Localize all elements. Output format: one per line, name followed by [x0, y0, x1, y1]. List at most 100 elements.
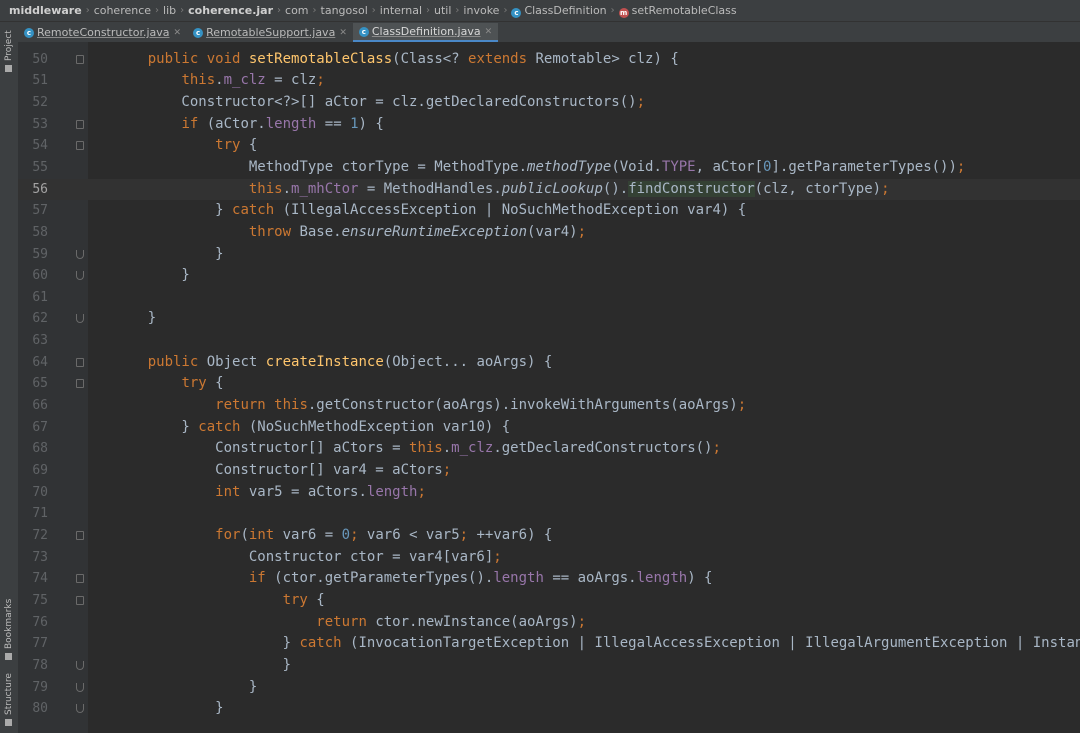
- code-line[interactable]: 58 throw Base.ensureRuntimeException(var…: [18, 222, 1080, 243]
- line-number: 56: [32, 181, 48, 197]
- code-line[interactable]: 61: [18, 287, 1080, 308]
- code-token: }: [114, 635, 300, 652]
- breadcrumb-item[interactable]: invoke: [460, 4, 502, 17]
- code-line[interactable]: 77 } catch (InvocationTargetException | …: [18, 633, 1080, 654]
- fold-start-icon[interactable]: [76, 141, 84, 151]
- breadcrumb-item[interactable]: tangosol: [318, 4, 371, 17]
- code-token: public: [147, 353, 207, 370]
- tab-classdefinition-java[interactable]: c ClassDefinition.java ✕: [352, 23, 499, 42]
- close-icon[interactable]: ✕: [339, 28, 347, 38]
- code-line[interactable]: 72 for(int var6 = 0; var6 < var5; ++var6…: [18, 525, 1080, 546]
- breadcrumb-item[interactable]: coherence: [91, 4, 154, 17]
- close-icon[interactable]: ✕: [485, 27, 493, 37]
- code-line[interactable]: 57 } catch (IllegalAccessException | NoS…: [18, 200, 1080, 221]
- code-token: length: [265, 115, 325, 132]
- code-line[interactable]: 67 } catch (NoSuchMethodException var10)…: [18, 417, 1080, 438]
- code-line[interactable]: 71: [18, 503, 1080, 524]
- breadcrumb-item[interactable]: m setRemotableClass: [616, 4, 740, 18]
- code-token: (Void.: [611, 158, 662, 175]
- code-token: var6 < var5: [366, 526, 460, 543]
- code-token: try: [181, 375, 216, 392]
- code-token: Constructor[] aCtors =: [114, 440, 410, 457]
- fold-end-icon[interactable]: [76, 271, 84, 281]
- structure-tool-label: Structure: [4, 673, 14, 715]
- code-line[interactable]: 74 if (ctor.getParameterTypes().length =…: [18, 568, 1080, 589]
- fold-start-icon[interactable]: [76, 119, 84, 129]
- code-line[interactable]: 68 Constructor[] aCtors = this.m_clz.get…: [18, 438, 1080, 459]
- code-line[interactable]: 70 int var5 = aCtors.length;: [18, 482, 1080, 503]
- code-line[interactable]: 66 return this.getConstructor(aoArgs).in…: [18, 395, 1080, 416]
- code-line[interactable]: 64 public Object createInstance(Object..…: [18, 352, 1080, 373]
- code-line[interactable]: 69 Constructor[] var4 = aCtors;: [18, 460, 1080, 481]
- fold-end-icon[interactable]: [76, 660, 84, 670]
- fold-start-icon[interactable]: [76, 357, 84, 367]
- breadcrumb-item[interactable]: util: [431, 4, 454, 17]
- code-line[interactable]: 51 this.m_clz = clz;: [18, 70, 1080, 91]
- code-line[interactable]: 53 if (aCtor.length == 1) {: [18, 114, 1080, 135]
- code-line[interactable]: 80 }: [18, 698, 1080, 719]
- fold-end-icon[interactable]: [76, 249, 84, 259]
- code-token: 1: [350, 115, 359, 132]
- code-line[interactable]: 60 }: [18, 265, 1080, 286]
- breadcrumb-item[interactable]: coherence.jar: [185, 4, 276, 17]
- code-text: return this.getConstructor(aoArgs).invok…: [114, 395, 746, 416]
- code-text: }: [114, 677, 257, 698]
- fold-end-icon[interactable]: [76, 314, 84, 324]
- code-line[interactable]: 55 MethodType ctorType = MethodType.meth…: [18, 157, 1080, 178]
- tab-remoteconstructor-java[interactable]: c RemoteConstructor.java ✕: [18, 23, 187, 42]
- code-line[interactable]: 78 }: [18, 655, 1080, 676]
- code-line[interactable]: 63: [18, 330, 1080, 351]
- code-line[interactable]: 59 }: [18, 244, 1080, 265]
- code-line[interactable]: 73 Constructor ctor = var4[var6];: [18, 547, 1080, 568]
- code-token: ctor.newInstance(aoArgs): [375, 613, 578, 630]
- code-line[interactable]: 50 public void setRemotableClass(Class<?…: [18, 49, 1080, 70]
- tab-remotablesupport-java[interactable]: c RemotableSupport.java ✕: [187, 23, 353, 42]
- fold-end-icon[interactable]: [76, 682, 84, 692]
- fold-start-icon[interactable]: [76, 574, 84, 584]
- close-icon[interactable]: ✕: [174, 28, 182, 38]
- line-number: 57: [32, 203, 48, 219]
- code-token: .getDeclaredConstructors(): [493, 440, 713, 457]
- line-number: 59: [32, 246, 48, 262]
- breadcrumb-item[interactable]: c ClassDefinition: [508, 4, 609, 18]
- breadcrumb-item[interactable]: middleware: [6, 4, 85, 17]
- code-token: }: [114, 310, 157, 327]
- fold-end-icon[interactable]: [76, 704, 84, 714]
- breadcrumb-item[interactable]: com: [282, 4, 312, 17]
- code-text: public void setRemotableClass(Class<? ex…: [114, 49, 679, 70]
- code-line[interactable]: 79 }: [18, 677, 1080, 698]
- code-line[interactable]: 65 try {: [18, 373, 1080, 394]
- code-text: }: [114, 244, 223, 265]
- line-number: 50: [32, 51, 48, 67]
- code-token: throw: [248, 223, 300, 240]
- code-editor[interactable]: 4950 public void setRemotableClass(Class…: [18, 36, 1080, 733]
- code-token: ) {: [687, 570, 713, 587]
- code-token: ().: [602, 180, 629, 197]
- code-line[interactable]: 62 }: [18, 308, 1080, 329]
- breadcrumb-item[interactable]: internal: [377, 4, 425, 17]
- code-line[interactable]: 52 Constructor<?>[] aCtor = clz.getDecla…: [18, 92, 1080, 113]
- line-number: 74: [32, 571, 48, 587]
- line-number: 71: [32, 506, 48, 522]
- code-token: {: [215, 375, 224, 392]
- fold-start-icon[interactable]: [76, 530, 84, 540]
- code-token: return: [316, 613, 376, 630]
- tab-label: RemotableSupport.java: [206, 26, 336, 39]
- code-token: }: [114, 202, 233, 219]
- project-tool-button[interactable]: Project: [0, 26, 18, 72]
- code-line[interactable]: 56 this.m_mhCtor = MethodHandles.publicL…: [18, 178, 1080, 200]
- code-token: ;: [577, 223, 587, 240]
- code-line[interactable]: 54 try {: [18, 135, 1080, 156]
- code-token: int: [215, 483, 249, 500]
- fold-start-icon[interactable]: [76, 595, 84, 605]
- code-text: try {: [114, 373, 224, 394]
- fold-start-icon[interactable]: [76, 54, 84, 64]
- fold-start-icon[interactable]: [76, 379, 84, 389]
- structure-tool-button[interactable]: Structure: [0, 670, 18, 726]
- code-line[interactable]: 75 try {: [18, 590, 1080, 611]
- code-line[interactable]: 76 return ctor.newInstance(aoArgs);: [18, 612, 1080, 633]
- bookmarks-tool-button[interactable]: Bookmarks: [0, 594, 18, 660]
- breadcrumb-item[interactable]: lib: [160, 4, 179, 17]
